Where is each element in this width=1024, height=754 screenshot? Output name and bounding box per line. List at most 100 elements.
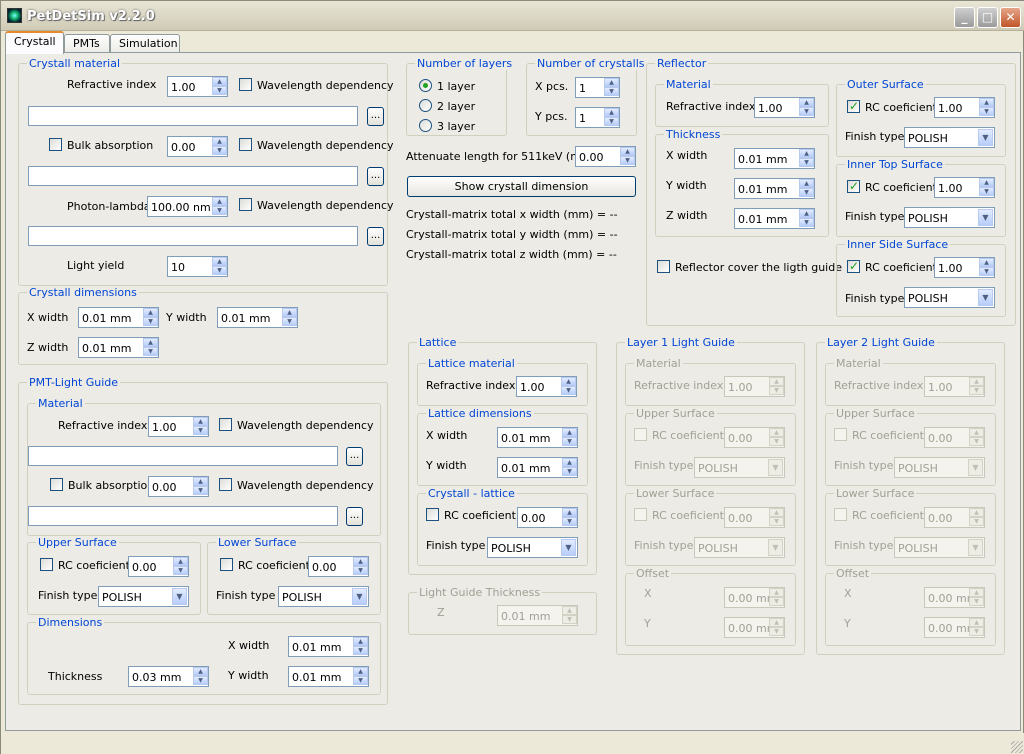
spin-down-icon[interactable]: ▼ (562, 615, 577, 624)
chevron-down-icon[interactable]: ▼ (768, 459, 783, 476)
spin-up-icon[interactable]: ▲ (143, 308, 158, 317)
spin-up-icon[interactable]: ▲ (562, 428, 577, 437)
spin-up-icon[interactable]: ▲ (769, 508, 784, 517)
spin-down-icon[interactable]: ▼ (282, 317, 297, 326)
browse-button[interactable]: ... (346, 507, 363, 526)
pmt-y-width-spinner[interactable]: 0.01 mm ▲ ▼ (288, 666, 369, 687)
spin-down-icon[interactable]: ▼ (604, 87, 619, 96)
bulk-absorption-checkbox[interactable] (49, 138, 62, 151)
layer-2-refractive-index-spinner[interactable]: 1.00 ▲ ▼ (924, 376, 985, 397)
rc-coeficient-checkbox[interactable] (220, 558, 233, 571)
wavelength-dependency-checkbox[interactable] (239, 138, 252, 151)
bulk-file-path-field[interactable] (28, 166, 358, 186)
lattice-y-width-spinner[interactable]: 0.01 mm ▲ ▼ (497, 457, 578, 478)
rc-coeficient-checkbox[interactable] (634, 508, 647, 521)
spin-up-icon[interactable]: ▲ (969, 377, 984, 386)
spin-down-icon[interactable]: ▼ (212, 266, 227, 275)
refractive-index-spinner[interactable]: 1.00 ▲ ▼ (167, 76, 228, 97)
spin-up-icon[interactable]: ▲ (193, 477, 208, 486)
chevron-down-icon[interactable]: ▼ (352, 588, 367, 605)
rc-coeficient-checkbox[interactable] (847, 99, 860, 113)
wavelength-dependency-checkbox[interactable] (219, 478, 232, 491)
chevron-down-icon[interactable]: ▼ (768, 539, 783, 556)
browse-button[interactable]: ... (346, 447, 363, 466)
spin-up-icon[interactable]: ▲ (799, 149, 814, 158)
spin-up-icon[interactable]: ▲ (769, 377, 784, 386)
chevron-down-icon[interactable]: ▼ (978, 129, 993, 146)
spin-down-icon[interactable]: ▼ (769, 386, 784, 395)
spin-down-icon[interactable]: ▼ (193, 486, 208, 495)
rc-coeficient-spinner[interactable]: 0.00 ▲ ▼ (924, 427, 985, 448)
spin-down-icon[interactable]: ▼ (620, 156, 635, 165)
title-bar[interactable]: PetDetSim v2.2.0 _ □ ✕ (1, 1, 1024, 31)
spin-up-icon[interactable]: ▲ (799, 209, 814, 218)
bulk-absorption-spinner[interactable]: 0.00 ▲ ▼ (167, 136, 228, 157)
spin-up-icon[interactable]: ▲ (353, 557, 368, 566)
wavelength-dependency-checkbox[interactable] (239, 198, 252, 211)
finish-type-select[interactable]: POLISH ▼ (98, 586, 189, 607)
pmt-thickness-spinner[interactable]: 0.03 mm ▲ ▼ (128, 666, 209, 687)
spin-down-icon[interactable]: ▼ (193, 676, 208, 685)
finish-type-select[interactable]: POLISH ▼ (904, 127, 995, 148)
rc-coeficient-spinner[interactable]: 0.00 ▲ ▼ (924, 507, 985, 528)
pmt-x-width-spinner[interactable]: 0.01 mm ▲ ▼ (288, 636, 369, 657)
spin-down-icon[interactable]: ▼ (353, 676, 368, 685)
layer-2-offset-x-spinner[interactable]: 0.00 mm ▲ ▼ (924, 587, 985, 608)
spin-down-icon[interactable]: ▼ (212, 86, 227, 95)
spin-up-icon[interactable]: ▲ (979, 98, 994, 107)
spin-up-icon[interactable]: ▲ (769, 428, 784, 437)
light-guide-z-spinner[interactable]: 0.01 mm ▲ ▼ (497, 605, 578, 626)
rc-coeficient-checkbox[interactable] (834, 428, 847, 441)
layer-1-radio[interactable] (419, 79, 432, 92)
layer-2-radio[interactable] (419, 99, 432, 112)
layer-1-refractive-index-spinner[interactable]: 1.00 ▲ ▼ (724, 376, 785, 397)
rc-coeficient-checkbox[interactable] (634, 428, 647, 441)
finish-type-select[interactable]: POLISH ▼ (694, 537, 785, 558)
rc-coeficient-checkbox[interactable] (40, 558, 53, 571)
spin-up-icon[interactable]: ▲ (969, 618, 984, 627)
chevron-down-icon[interactable]: ▼ (968, 539, 983, 556)
spin-up-icon[interactable]: ▲ (353, 667, 368, 676)
z-width-spinner[interactable]: 0.01 mm ▲ ▼ (78, 337, 159, 358)
spin-up-icon[interactable]: ▲ (282, 308, 297, 317)
maximize-button[interactable]: □ (977, 7, 998, 28)
spin-down-icon[interactable]: ▼ (799, 107, 814, 116)
show-crystall-dimension-button[interactable]: Show crystall dimension (407, 176, 636, 197)
rc-coeficient-spinner[interactable]: 0.00 ▲ ▼ (308, 556, 369, 577)
spin-down-icon[interactable]: ▼ (969, 386, 984, 395)
tab-pmts[interactable]: PMTs (64, 34, 110, 53)
chevron-down-icon[interactable]: ▼ (968, 459, 983, 476)
pmt-refractive-index-spinner[interactable]: 1.00 ▲ ▼ (148, 416, 209, 437)
resize-grip-icon[interactable] (1011, 741, 1023, 753)
spin-up-icon[interactable]: ▲ (979, 258, 994, 267)
reflector-cover-checkbox[interactable] (657, 260, 670, 273)
rc-coeficient-spinner[interactable]: 0.00 ▲ ▼ (517, 507, 578, 528)
spin-down-icon[interactable]: ▼ (799, 158, 814, 167)
layer-3-radio[interactable] (419, 119, 432, 132)
spin-up-icon[interactable]: ▲ (769, 618, 784, 627)
minimize-button[interactable]: _ (954, 7, 975, 28)
finish-type-select[interactable]: POLISH ▼ (278, 586, 369, 607)
rc-coeficient-checkbox[interactable] (426, 508, 439, 521)
spin-up-icon[interactable]: ▲ (353, 637, 368, 646)
rc-coeficient-spinner[interactable]: 0.00 ▲ ▼ (724, 427, 785, 448)
y-width-spinner[interactable]: 0.01 mm ▲ ▼ (217, 307, 298, 328)
y-pcs-spinner[interactable]: 1 ▲ ▼ (575, 107, 620, 128)
rc-coeficient-checkbox[interactable] (847, 179, 860, 193)
spin-up-icon[interactable]: ▲ (769, 588, 784, 597)
spin-down-icon[interactable]: ▼ (969, 597, 984, 606)
spin-down-icon[interactable]: ▼ (604, 117, 619, 126)
rc-coeficient-spinner[interactable]: 1.00 ▲ ▼ (934, 177, 995, 198)
rc-coeficient-spinner[interactable]: 0.00 ▲ ▼ (128, 556, 189, 577)
spin-down-icon[interactable]: ▼ (769, 597, 784, 606)
photon-file-path-field[interactable] (28, 226, 358, 246)
pmt-bulk-file-path-field[interactable] (28, 506, 338, 526)
spin-up-icon[interactable]: ▲ (604, 108, 619, 117)
finish-type-select[interactable]: POLISH ▼ (904, 287, 995, 308)
spin-up-icon[interactable]: ▲ (212, 257, 227, 266)
spin-down-icon[interactable]: ▼ (799, 188, 814, 197)
chevron-down-icon[interactable]: ▼ (172, 588, 187, 605)
rc-coeficient-checkbox[interactable] (834, 508, 847, 521)
spin-down-icon[interactable]: ▼ (193, 426, 208, 435)
spin-down-icon[interactable]: ▼ (969, 627, 984, 636)
